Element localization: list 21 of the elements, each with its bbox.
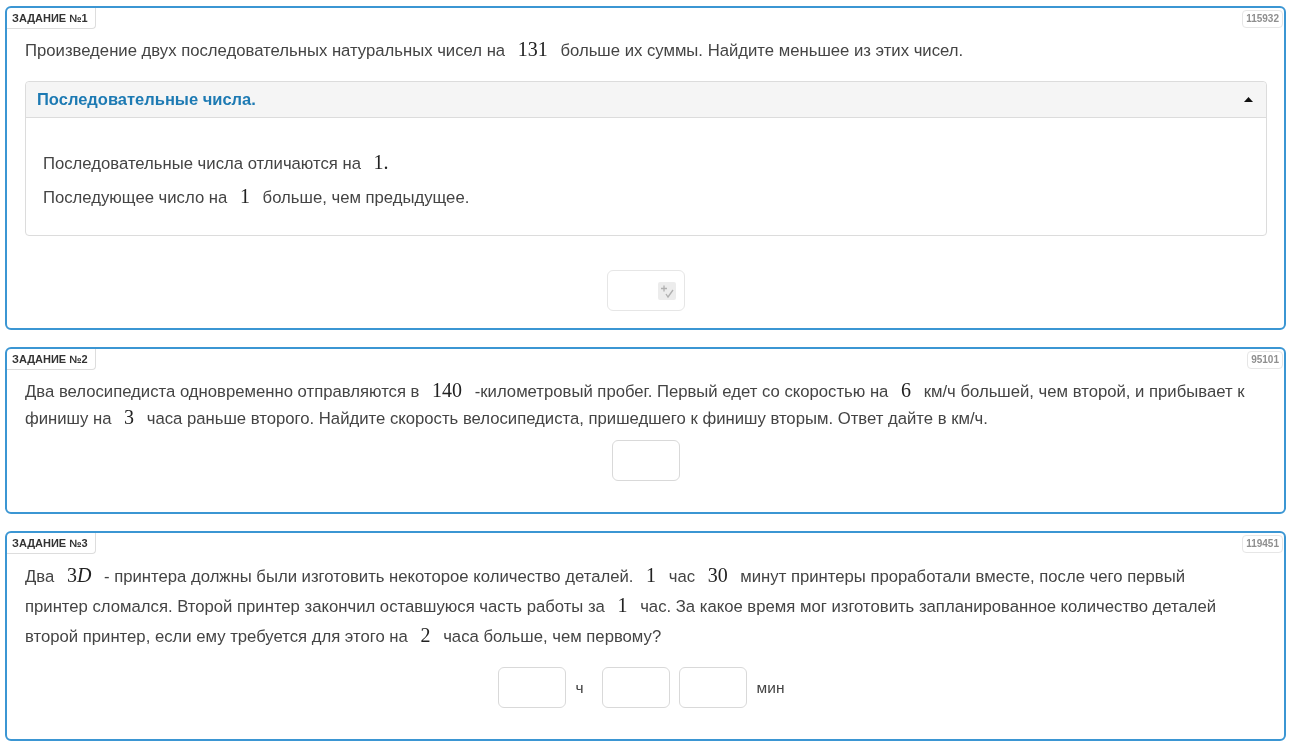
task-text: Два велосипедиста одновременно отправляются в 140 -километровый пробег. Первый едет со скоростью на 6 км/ч большей, чем второй, и прибывает к финишу на 3 часа раньше второго. Найдите скорость велосипедиста, пришедшего к финишу вторым. Ответ дайте в км/ч. [25,378,1246,430]
hint-text: Последовательные числа отличаются на 1. [43,150,390,175]
answer-field[interactable] [497,667,566,708]
unit-label: ч [575,678,584,697]
answer-field[interactable] [606,270,685,311]
task-label: ЗАДАНИЕ №1 [7,8,96,29]
task-number: 119451 [1242,535,1283,553]
answer-field[interactable] [678,667,747,708]
answer-field[interactable] [611,440,680,481]
caret-icon [1244,97,1253,102]
task-label: ЗАДАНИЕ №2 [7,349,96,370]
unit-label: мин [756,678,785,697]
task-text: Произведение двух последовательных натуральных чисел на 131 больше их суммы. Найдите меньшее из этих чисел. [25,37,965,62]
answer-field[interactable] [601,667,670,708]
task-label: ЗАДАНИЕ №3 [7,533,96,554]
hint-text: Последующее число на 1 больше, чем предыдущее. [43,184,471,209]
task-number: 115932 [1242,10,1283,28]
task-text: Два 3D - принтера должны были изготовить некоторое количество деталей. 1 час 30 минут принтеры проработали вместе, после чего первый принтер сломался. Второй принтер закончил оставшуюся часть работы за 1 час. За какое время мог изготовить запланированное количество деталей второй принтер, если ему требуется для этого на 2 часа больше, чем первому? [25,563,1218,648]
formula-icon[interactable] [657,281,676,300]
task-number: 95101 [1247,351,1283,369]
hint-header[interactable]: Последовательные числа. [26,82,1266,118]
